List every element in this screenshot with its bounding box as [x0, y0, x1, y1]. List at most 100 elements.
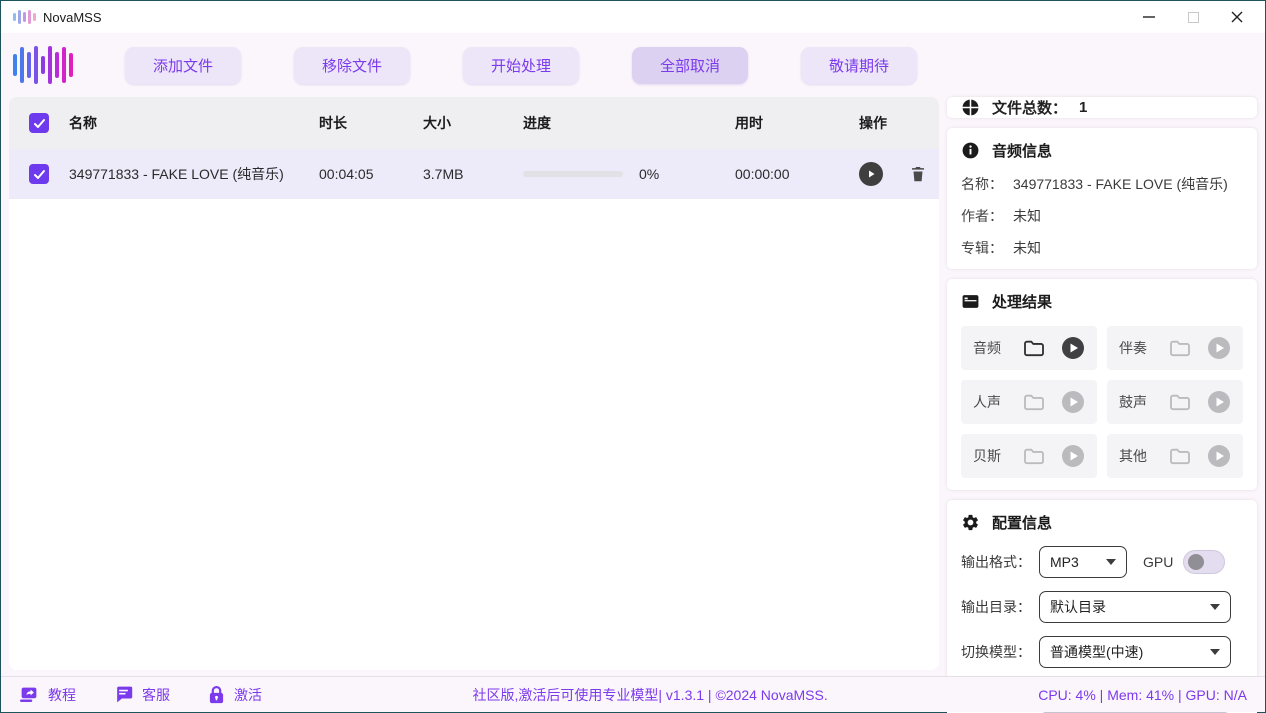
folder-icon: [1017, 393, 1061, 411]
result-drums-label: 鼓声: [1119, 392, 1163, 412]
audio-name-row: 名称： 349771833 - FAKE LOVE (纯音乐): [961, 176, 1243, 193]
table-row[interactable]: 349771833 - FAKE LOVE (纯音乐) 00:04:05 3.7…: [9, 149, 939, 199]
table-empty-area: [9, 199, 939, 670]
folder-icon[interactable]: [1017, 339, 1061, 357]
gear-icon: [961, 513, 980, 532]
progress-bar: [523, 171, 623, 177]
toolbar: 添加文件 移除文件 开始处理 全部取消 敬请期待: [1, 33, 1265, 97]
header-duration: 时长: [319, 113, 423, 133]
folder-icon: [1163, 339, 1207, 357]
result-bass-label: 贝斯: [973, 446, 1017, 466]
toggle-knob: [1188, 554, 1204, 570]
gpu-toggle[interactable]: [1183, 550, 1225, 574]
chat-icon: [114, 685, 133, 704]
lock-icon: [208, 685, 225, 704]
audio-name-value: 349771833 - FAKE LOVE (纯音乐): [1013, 176, 1228, 193]
audio-album-row: 专辑： 未知: [961, 240, 1243, 257]
play-circle-icon: [1207, 444, 1231, 468]
audio-artist-row: 作者： 未知: [961, 208, 1243, 225]
main-content: 名称 时长 大小 进度 用时 操作 349771833 - FAKE LOVE …: [1, 97, 1265, 676]
model-label: 切换模型：: [961, 642, 1039, 662]
result-bass: 贝斯: [961, 434, 1097, 478]
audio-name-label: 名称：: [961, 176, 1003, 193]
close-icon: [1231, 11, 1243, 23]
result-vocals: 人声: [961, 380, 1097, 424]
check-icon: [33, 117, 46, 130]
play-circle-icon: [1061, 390, 1085, 414]
coming-soon-button[interactable]: 敬请期待: [801, 47, 917, 84]
file-elapsed: 00:00:00: [735, 166, 847, 182]
audio-artist-label: 作者：: [961, 208, 1003, 225]
tutorial-icon: [19, 686, 39, 704]
output-format-label: 输出格式：: [961, 552, 1039, 572]
result-audio-label: 音频: [973, 338, 1017, 358]
audio-album-label: 专辑：: [961, 240, 1003, 257]
info-icon: [961, 141, 980, 160]
progress-label: 0%: [639, 166, 659, 182]
results-icon: [961, 292, 980, 311]
play-circle-icon[interactable]: [1061, 336, 1085, 360]
file-name: 349771833 - FAKE LOVE (纯音乐): [69, 164, 284, 184]
minimize-button[interactable]: [1127, 2, 1171, 32]
model-select[interactable]: 普通模型(中速): [1039, 636, 1231, 668]
pie-chart-icon: [961, 98, 980, 117]
header-progress: 进度: [523, 113, 735, 133]
result-drums: 鼓声: [1107, 380, 1243, 424]
close-button[interactable]: [1215, 2, 1259, 32]
window-title: NovaMSS: [43, 10, 102, 25]
file-count-value: 1: [1079, 99, 1087, 116]
result-vocals-label: 人声: [973, 392, 1017, 412]
results-grid: 音频 伴奏: [961, 326, 1243, 478]
table-header: 名称 时长 大小 进度 用时 操作: [9, 97, 939, 149]
gpu-label: GPU: [1143, 554, 1173, 570]
output-format-select[interactable]: MP3: [1039, 546, 1127, 578]
model-row: 切换模型： 普通模型(中速): [961, 636, 1243, 668]
result-accompaniment-label: 伴奏: [1119, 338, 1163, 358]
output-format-row: 输出格式： MP3 GPU: [961, 546, 1243, 578]
audio-info-title: 音频信息: [992, 140, 1052, 161]
tutorial-link[interactable]: 教程: [19, 685, 76, 705]
sidebar: 文件总数： 1 音频信息 名称： 349771833 - FAKE LOVE (…: [947, 97, 1257, 670]
chevron-down-icon: [1210, 604, 1220, 610]
play-circle-icon: [1207, 390, 1231, 414]
result-other: 其他: [1107, 434, 1243, 478]
play-icon: [866, 169, 876, 179]
chevron-down-icon: [1106, 559, 1116, 565]
remove-files-button[interactable]: 移除文件: [294, 47, 410, 84]
titlebar-left: NovaMSS: [13, 9, 102, 25]
output-dir-select[interactable]: 默认目录: [1039, 591, 1231, 623]
maximize-icon: [1188, 12, 1199, 23]
header-size: 大小: [423, 113, 523, 133]
folder-icon: [1163, 447, 1207, 465]
play-circle-icon: [1061, 444, 1085, 468]
output-dir-value: 默认目录: [1050, 597, 1106, 617]
tutorial-label: 教程: [48, 685, 76, 705]
app-logo-icon: [13, 9, 36, 25]
folder-icon: [1017, 447, 1061, 465]
start-processing-button[interactable]: 开始处理: [463, 47, 579, 84]
result-other-label: 其他: [1119, 446, 1163, 466]
file-count-label: 文件总数：: [992, 97, 1067, 118]
support-link[interactable]: 客服: [114, 685, 170, 705]
app-window: NovaMSS 添加文件 移除文件 开始处理 全部取消 敬: [0, 0, 1266, 713]
footer: 教程 客服 激活 社区版,激活后可使用专业模型| v1: [1, 676, 1265, 712]
select-all-checkbox[interactable]: [29, 113, 49, 133]
row-play-button[interactable]: [859, 162, 883, 186]
row-checkbox[interactable]: [29, 164, 49, 184]
window-controls: [1127, 2, 1259, 32]
row-delete-button[interactable]: [909, 165, 927, 184]
results-title: 处理结果: [992, 291, 1052, 312]
support-label: 客服: [142, 685, 170, 705]
header-elapsed: 用时: [735, 113, 847, 133]
add-files-button[interactable]: 添加文件: [125, 47, 241, 84]
folder-icon: [1163, 393, 1207, 411]
result-audio: 音频: [961, 326, 1097, 370]
results-card: 处理结果 音频 伴奏: [947, 279, 1257, 490]
trash-icon: [909, 165, 927, 184]
cancel-all-button[interactable]: 全部取消: [632, 47, 748, 84]
waveform-logo-icon: [13, 43, 73, 87]
activate-link[interactable]: 激活: [208, 685, 262, 705]
maximize-button[interactable]: [1171, 2, 1215, 32]
play-circle-icon: [1207, 336, 1231, 360]
file-table: 名称 时长 大小 进度 用时 操作 349771833 - FAKE LOVE …: [9, 97, 939, 670]
